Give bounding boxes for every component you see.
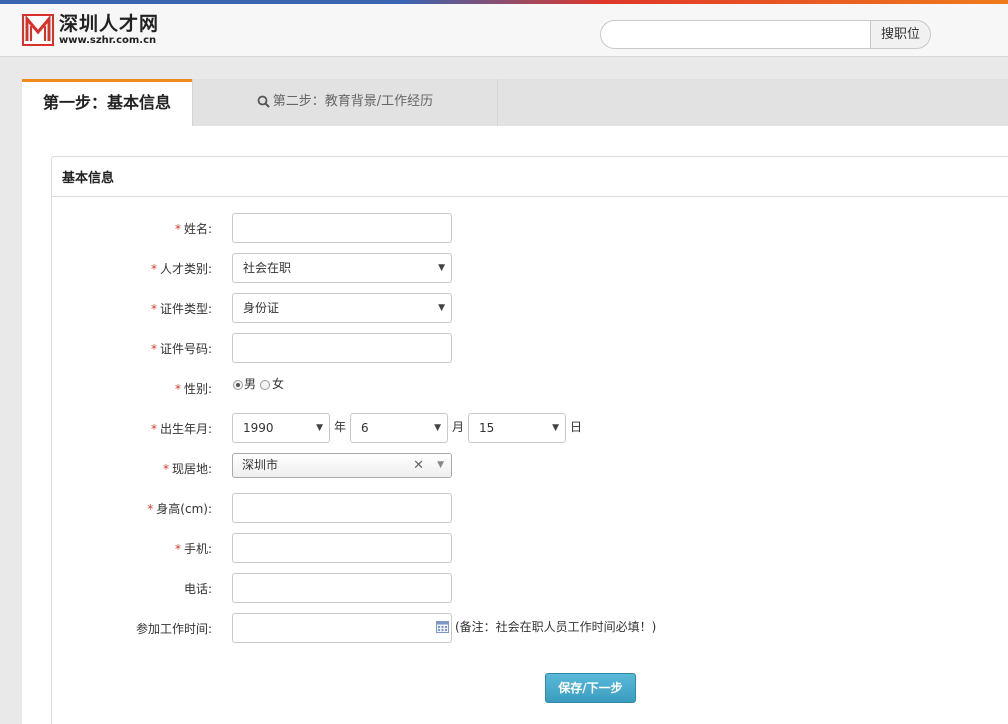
work-start-note: (备注：社会在职人员工作时间必填！)	[455, 620, 657, 634]
site-logo-url: www.szhr.com.cn	[59, 35, 157, 46]
gender-male-label[interactable]: 男	[244, 376, 256, 392]
dropdown-arrow-icon: ▼	[316, 423, 323, 433]
birth-year-unit: 年	[334, 420, 347, 434]
gender-label: * 性别:	[174, 382, 212, 396]
dropdown-arrow-icon: ▼	[438, 303, 445, 313]
city-label: * 现居地:	[162, 462, 212, 476]
gender-female-radio[interactable]	[260, 380, 270, 390]
tab-step1-basic-info[interactable]: 第一步：基本信息	[22, 79, 192, 126]
mobile-label: * 手机:	[174, 542, 212, 556]
birth-month-select[interactable]: 6 ▼	[350, 413, 448, 443]
phone-input[interactable]	[232, 573, 452, 603]
required-mark: *	[147, 502, 154, 516]
city-select[interactable]: 深圳市 ✕ ▼	[232, 453, 452, 478]
id-type-label: * 证件类型:	[150, 302, 212, 316]
birth-day-select[interactable]: 15 ▼	[468, 413, 566, 443]
required-mark: *	[162, 462, 169, 476]
panel-header	[51, 157, 1008, 197]
mobile-input[interactable]	[232, 533, 452, 563]
birth-label: * 出生年月:	[150, 422, 212, 436]
site-logo-icon[interactable]	[22, 14, 54, 46]
gender-female-label[interactable]: 女	[272, 376, 284, 392]
category-label: * 人才类别:	[150, 262, 212, 276]
tab-step2-label: 第二步：教育背景/工作经历	[272, 94, 434, 109]
gender-male-radio[interactable]	[233, 380, 243, 390]
birth-month-unit: 月	[452, 420, 465, 434]
category-select[interactable]: 社会在职 ▼	[232, 253, 452, 283]
required-mark: *	[174, 222, 181, 236]
tab-step2-education-work[interactable]: 第二步：教育背景/工作经历	[192, 79, 498, 126]
birth-day-unit: 日	[570, 420, 583, 434]
name-label: * 姓名:	[174, 222, 212, 236]
id-number-input[interactable]	[232, 333, 452, 363]
required-mark: *	[150, 302, 157, 316]
required-mark: *	[150, 422, 157, 436]
dropdown-arrow-icon: ▼	[437, 460, 444, 470]
height-input[interactable]	[232, 493, 452, 523]
required-mark: *	[150, 342, 157, 356]
phone-label: 电话:	[183, 582, 212, 596]
header-accent-stripe	[0, 0, 1008, 4]
site-logo-title[interactable]: 深圳人才网	[59, 13, 159, 35]
panel-title: 基本信息	[62, 171, 115, 186]
work-start-date-input[interactable]	[232, 613, 452, 643]
dropdown-arrow-icon: ▼	[434, 423, 441, 433]
required-mark: *	[174, 542, 181, 556]
required-mark: *	[174, 382, 181, 396]
clear-icon[interactable]: ✕	[413, 454, 424, 477]
search-icon	[257, 95, 270, 108]
calendar-icon[interactable]	[436, 621, 449, 633]
name-input[interactable]	[232, 213, 452, 243]
work-start-label: 参加工作时间:	[135, 622, 212, 636]
height-label: * 身高(cm):	[147, 502, 212, 516]
dropdown-arrow-icon: ▼	[552, 423, 559, 433]
required-mark: *	[150, 262, 157, 276]
dropdown-arrow-icon: ▼	[438, 263, 445, 273]
id-number-label: * 证件号码:	[150, 342, 212, 356]
id-type-select[interactable]: 身份证 ▼	[232, 293, 452, 323]
search-jobs-button[interactable]: 搜职位	[870, 20, 931, 49]
save-next-button[interactable]: 保存/下一步	[545, 673, 636, 703]
birth-year-select[interactable]: 1990 ▼	[232, 413, 330, 443]
job-search-input[interactable]	[600, 20, 870, 49]
